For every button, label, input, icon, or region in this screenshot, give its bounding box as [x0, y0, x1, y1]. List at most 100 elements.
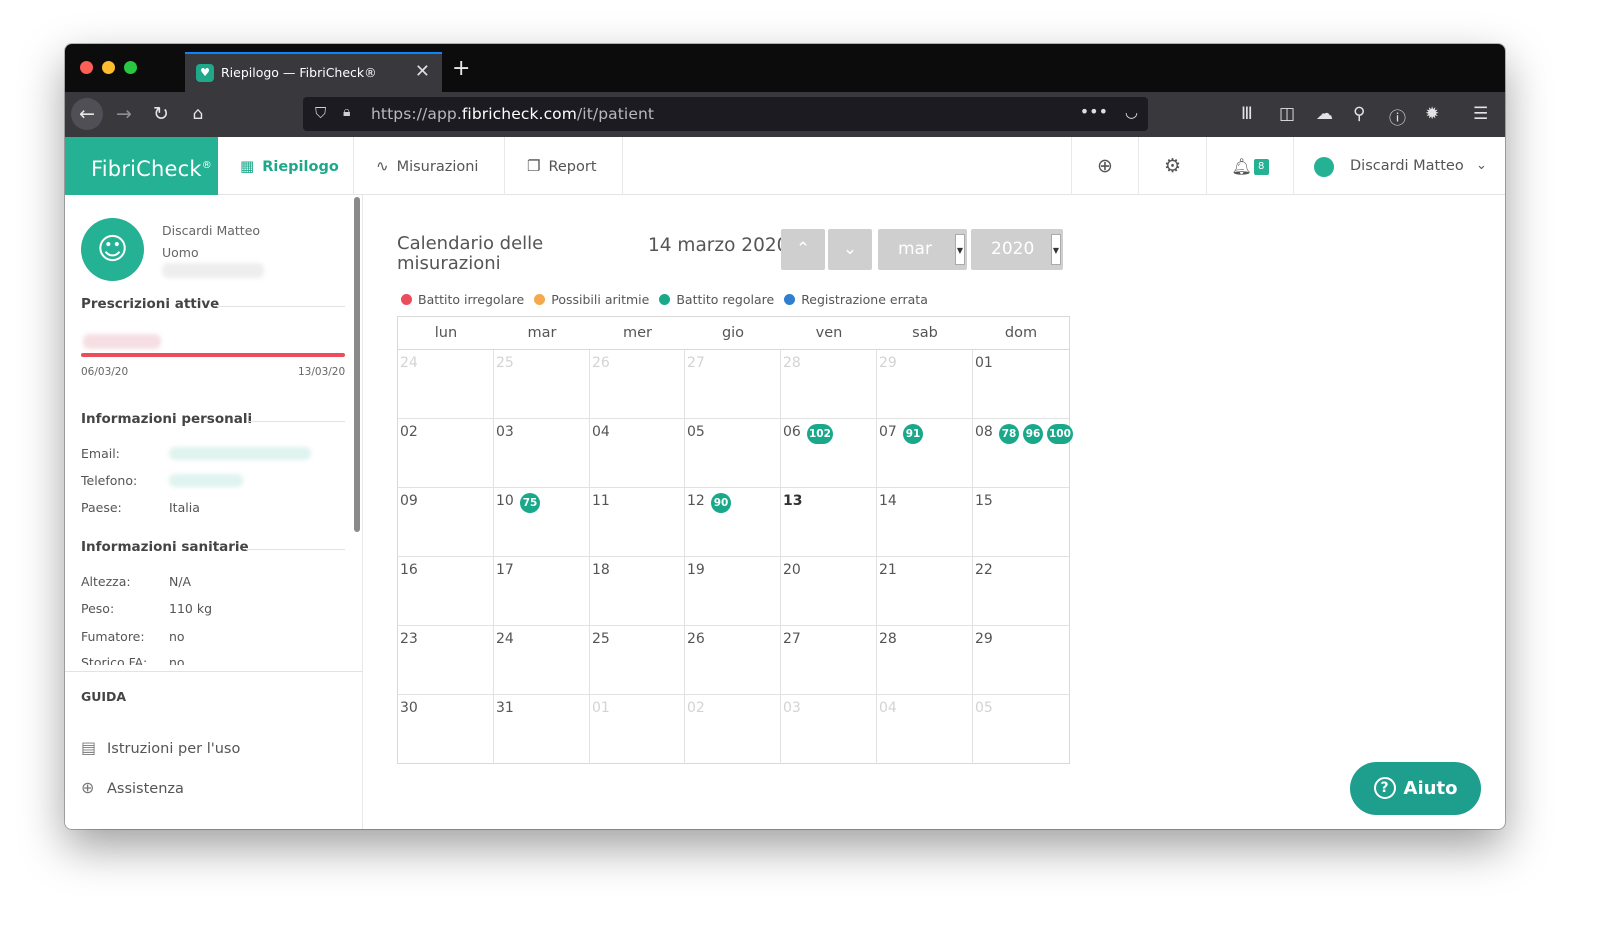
calendar-day-cell[interactable]: 01	[590, 695, 685, 764]
calendar-day-cell[interactable]: 14	[877, 488, 973, 557]
calendar-day-cell[interactable]: 04	[877, 695, 973, 764]
close-window-button[interactable]	[80, 61, 93, 74]
menu-icon[interactable]: ☰	[1473, 104, 1488, 124]
chevron-down-icon[interactable]: ⌄	[1476, 137, 1487, 195]
url-text[interactable]: https://app.fibricheck.com/it/patient	[371, 105, 654, 123]
support-button[interactable]: ⊕	[1071, 137, 1138, 195]
calendar-day-cell[interactable]: 08 78 96 100	[973, 419, 1073, 488]
notifications-button[interactable]: 🔔︎ 8	[1206, 137, 1293, 195]
calendar-day-cell[interactable]: 05	[973, 695, 1069, 764]
calendar-day-cell[interactable]: 29	[973, 626, 1069, 695]
brand-logo[interactable]: FibriCheck®	[65, 137, 218, 195]
calendar-day-cell[interactable]: 23	[398, 626, 494, 695]
year-select[interactable]: 2020 ▼	[971, 229, 1063, 270]
extension-icon[interactable]: ☁	[1316, 104, 1333, 124]
calendar-day-cell[interactable]: 24	[494, 626, 590, 695]
info-icon[interactable]: ⓘ	[1389, 104, 1406, 129]
calendar-day-cell[interactable]: 26	[685, 626, 781, 695]
calendar-day-cell[interactable]: 11	[590, 488, 685, 557]
calendar-day-cell[interactable]: 25	[590, 626, 685, 695]
page-actions-icon[interactable]: •••	[1080, 102, 1108, 121]
measurement-marker[interactable]: 75	[520, 493, 540, 513]
next-month-button[interactable]: ⌄	[828, 229, 872, 270]
zoom-window-button[interactable]	[124, 61, 137, 74]
nav-tab-misurazioni[interactable]: ∿ Misurazioni	[354, 137, 505, 195]
settings-button[interactable]: ⚙	[1138, 137, 1206, 195]
day-number: 29	[879, 355, 897, 371]
calendar-day-cell[interactable]: 24	[398, 350, 494, 419]
calendar-day-cell[interactable]: 15	[973, 488, 1069, 557]
help-button[interactable]: ? Aiuto	[1350, 762, 1481, 815]
minimize-window-button[interactable]	[102, 61, 115, 74]
calendar-day-cell[interactable]: 13	[781, 488, 877, 557]
calendar-day-cell[interactable]: 07 91	[877, 419, 973, 488]
calendar-day-cell[interactable]: 10 75	[494, 488, 590, 557]
calendar-day-cell[interactable]: 09	[398, 488, 494, 557]
month-select[interactable]: mar ▼	[878, 229, 967, 270]
calendar-day-cell[interactable]: 25	[494, 350, 590, 419]
user-menu[interactable]: Discardi Matteo ⌄	[1293, 137, 1505, 195]
measurement-marker[interactable]: 90	[711, 493, 731, 513]
instructions-link[interactable]: ▤ Istruzioni per l'uso	[81, 738, 240, 757]
reload-button[interactable]: ↻	[145, 98, 177, 130]
calendar-day-cell[interactable]: 28	[781, 350, 877, 419]
calendar-day-cell[interactable]: 01	[973, 350, 1069, 419]
calendar-day-cell[interactable]: 22	[973, 557, 1069, 626]
calendar-day-cell[interactable]: 04	[590, 419, 685, 488]
extension-key-icon[interactable]: ⚲	[1353, 104, 1365, 124]
forward-button[interactable]: →	[108, 98, 140, 130]
measurement-marker[interactable]: 91	[903, 424, 923, 444]
nav-tab-report[interactable]: ❐ Report	[505, 137, 623, 195]
calendar-day-cell[interactable]: 17	[494, 557, 590, 626]
day-number: 04	[879, 700, 897, 716]
calendar-day-cell[interactable]: 03	[494, 419, 590, 488]
calendar-day-cell[interactable]: 26	[590, 350, 685, 419]
support-link[interactable]: ⊕ Assistenza	[81, 778, 184, 797]
health-info-heading: Informazioni sanitarie	[81, 539, 249, 555]
day-number: 26	[687, 631, 705, 647]
dropdown-arrow-icon[interactable]: ▼	[955, 234, 965, 265]
previous-month-button[interactable]: ⌃	[781, 229, 825, 270]
calendar-day-cell[interactable]: 12 90	[685, 488, 781, 557]
calendar-day-cell[interactable]: 18	[590, 557, 685, 626]
calendar-day-cell[interactable]: 21	[877, 557, 973, 626]
pocket-icon[interactable]: ◡	[1125, 103, 1138, 121]
calendar-day-cell[interactable]: 28	[877, 626, 973, 695]
calendar-day-cell[interactable]: 06 102	[781, 419, 877, 488]
measurement-marker[interactable]: 96	[1023, 424, 1043, 444]
app-header: FibriCheck® ▦ Riepilogo ∿ Misurazioni ❐ Rep…	[65, 137, 1505, 195]
calendar-day-cell[interactable]: 29	[877, 350, 973, 419]
day-number: 23	[400, 631, 418, 647]
calendar-day-cell[interactable]: 05	[685, 419, 781, 488]
calendar-day-cell[interactable]: 19	[685, 557, 781, 626]
calendar-day-cell[interactable]: 02	[685, 695, 781, 764]
settings-icon[interactable]: ✹	[1425, 104, 1439, 124]
calendar-day-cell[interactable]: 20	[781, 557, 877, 626]
calendar-day-cell[interactable]: 27	[781, 626, 877, 695]
sidebar-scrollbar[interactable]	[354, 197, 360, 532]
measurement-marker[interactable]: 102	[807, 424, 833, 444]
day-number: 11	[592, 493, 610, 509]
url-bar[interactable]: ⛉ 🔒︎ https://app.fibricheck.com/it/patie…	[303, 97, 1148, 131]
calendar-day-cell[interactable]: 02	[398, 419, 494, 488]
calendar-day-cell[interactable]: 30	[398, 695, 494, 764]
back-button[interactable]: ←	[71, 98, 103, 130]
dropdown-arrow-icon[interactable]: ▼	[1051, 234, 1061, 265]
sidebar-toggle-icon[interactable]: ◫	[1279, 104, 1295, 124]
calendar-day-cell[interactable]: 31	[494, 695, 590, 764]
tab-close-icon[interactable]: ✕	[415, 61, 430, 82]
measurement-marker[interactable]: 100	[1047, 424, 1073, 444]
lock-icon[interactable]: 🔒︎	[343, 104, 350, 120]
tracking-shield-icon[interactable]: ⛉	[315, 104, 326, 122]
day-number: 21	[879, 562, 897, 578]
calendar-day-cell[interactable]: 03	[781, 695, 877, 764]
calendar-day-cell[interactable]: 16	[398, 557, 494, 626]
browser-tab[interactable]: ♥ Riepilogo — FibriCheck® ✕	[185, 52, 442, 92]
library-icon[interactable]: Ⅲ	[1241, 104, 1253, 124]
home-button[interactable]: ⌂	[182, 98, 214, 130]
measurement-marker[interactable]: 78	[999, 424, 1019, 444]
new-tab-button[interactable]: +	[452, 56, 470, 81]
nav-tab-riepilogo[interactable]: ▦ Riepilogo	[218, 137, 354, 195]
navigation-toolbar: ← → ↻ ⌂ ⛉ 🔒︎ https://app.fibricheck.com/…	[65, 92, 1505, 137]
calendar-day-cell[interactable]: 27	[685, 350, 781, 419]
